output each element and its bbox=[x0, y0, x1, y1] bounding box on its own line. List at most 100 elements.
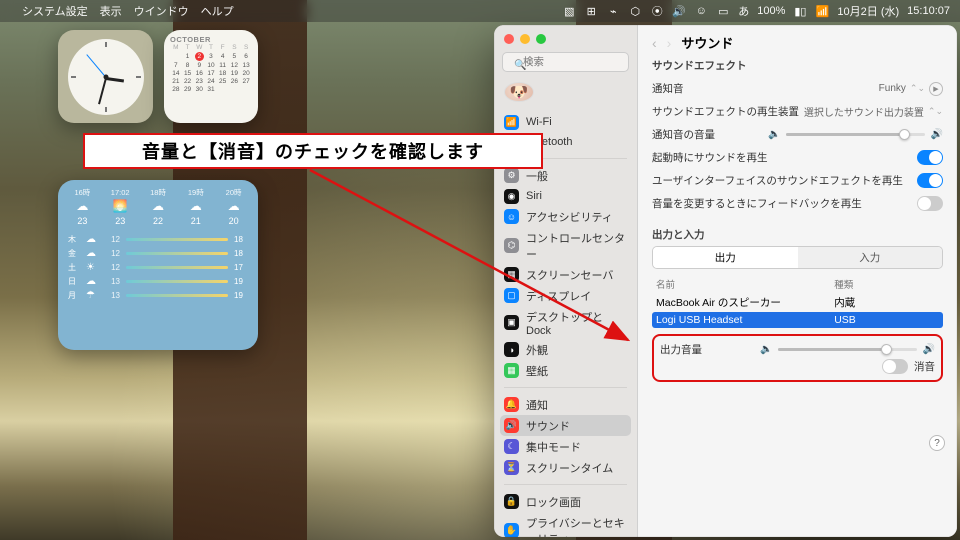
page-title: サウンド bbox=[681, 33, 733, 52]
menubar-time[interactable]: 15:10:07 bbox=[907, 5, 950, 17]
sidebar-item[interactable]: ◑外観 bbox=[494, 339, 637, 360]
status-icon[interactable]: ☺ bbox=[694, 5, 708, 17]
sidebar-label: 通知 bbox=[526, 397, 548, 413]
calendar-widget[interactable]: OCTOBER MTWTFSS1234567891011121314151617… bbox=[164, 30, 258, 123]
sidebar-item[interactable]: ☺アクセシビリティ bbox=[494, 206, 637, 227]
weather-widget[interactable]: 16時☁︎2317:02🌅2318時☁︎2219時☁︎2120時☁︎20 木☁︎… bbox=[58, 180, 258, 350]
sidebar-label: コントロールセンター bbox=[526, 230, 627, 262]
status-icon[interactable]: ⬡ bbox=[628, 5, 642, 18]
clock-widget[interactable] bbox=[58, 30, 153, 123]
nav-forward[interactable]: › bbox=[667, 35, 672, 51]
zoom-button[interactable] bbox=[536, 34, 546, 44]
sidebar-label: スクリーンタイム bbox=[526, 460, 613, 476]
minimize-button[interactable] bbox=[520, 34, 530, 44]
seg-output[interactable]: 出力 bbox=[653, 247, 798, 268]
sidebar-icon: ☺ bbox=[504, 209, 519, 224]
sidebar-icon: ▣ bbox=[504, 315, 519, 330]
sidebar-label: Wi-Fi bbox=[526, 116, 552, 128]
calendar-grid: MTWTFSS123456789101112131415161718192021… bbox=[170, 44, 252, 93]
toggle-switch[interactable] bbox=[917, 150, 943, 165]
clock-face bbox=[68, 39, 144, 115]
device-row[interactable]: MacBook Air のスピーカー内蔵 bbox=[652, 293, 943, 312]
mute-label: 消音 bbox=[914, 359, 935, 374]
wifi-icon[interactable]: 📶 bbox=[815, 5, 829, 18]
device-row[interactable]: Logi USB HeadsetUSB bbox=[652, 312, 943, 328]
sidebar-item[interactable]: ⏳スクリーンタイム bbox=[494, 457, 637, 478]
sidebar-label: 集中モード bbox=[526, 439, 581, 455]
status-icon[interactable]: ⦿ bbox=[650, 3, 664, 19]
alert-volume-slider[interactable] bbox=[786, 133, 924, 136]
io-segmented[interactable]: 出力 入力 bbox=[652, 246, 943, 269]
output-volume-slider[interactable] bbox=[778, 348, 916, 351]
volume-icon[interactable]: 🔊 bbox=[672, 5, 686, 18]
sidebar-label: Siri bbox=[526, 190, 542, 202]
weather-day-row: 金☁︎1218 bbox=[68, 248, 248, 259]
sidebar-icon: ☾ bbox=[504, 439, 519, 454]
menu-view[interactable]: 表示 bbox=[100, 3, 122, 19]
seg-input[interactable]: 入力 bbox=[798, 247, 943, 268]
toggle-switch[interactable] bbox=[917, 173, 943, 188]
weather-day-row: 土☀︎1217 bbox=[68, 262, 248, 273]
sidebar-icon: 🔔 bbox=[504, 397, 519, 412]
sidebar-icon: 📶 bbox=[504, 115, 519, 130]
menu-help[interactable]: ヘルプ bbox=[201, 3, 234, 19]
status-icon[interactable]: ▧ bbox=[562, 5, 576, 18]
sidebar-item[interactable]: ☾ 集中モード bbox=[494, 436, 637, 457]
menubar: システム設定 表示 ウインドウ ヘルプ ▧ ⊞ ⌁ ⬡ ⦿ 🔊 ☺ ▭ あ 10… bbox=[0, 0, 960, 22]
output-volume-label: 出力音量 bbox=[660, 342, 702, 357]
weather-hour: 20時☁︎20 bbox=[219, 188, 248, 228]
sidebar-icon: ✋ bbox=[504, 523, 519, 537]
sidebar-label: プライバシーとセキュリティ bbox=[526, 515, 627, 538]
settings-sidebar: 🔍 🐶 📶Wi-Fi🅱Bluetooth⚙一般◉Siri☺アクセシビリティ⌬コン… bbox=[494, 25, 638, 537]
speaker-low-icon: 🔈 bbox=[768, 129, 780, 140]
speaker-high-icon: 🔊 bbox=[923, 344, 935, 355]
toggle-switch[interactable] bbox=[917, 196, 943, 211]
account-avatar[interactable]: 🐶 bbox=[504, 82, 534, 102]
annotation-callout: 音量と【消音】のチェックを確認します bbox=[83, 133, 543, 169]
sidebar-item[interactable]: ▦スクリーンセーバ bbox=[494, 264, 637, 285]
alert-sound-value[interactable]: Funky⌃⌄ ▶ bbox=[879, 82, 943, 96]
status-icon[interactable]: ⌁ bbox=[606, 5, 620, 18]
sidebar-icon: ▦ bbox=[504, 363, 519, 378]
settings-main: ‹ › サウンド サウンドエフェクト 通知音 Funky⌃⌄ ▶ サウンドエフェ… bbox=[638, 25, 957, 537]
sidebar-label: 壁紙 bbox=[526, 363, 548, 379]
battery-pct[interactable]: 100% bbox=[757, 5, 785, 17]
app-name[interactable]: システム設定 bbox=[22, 3, 88, 19]
weather-day-row: 月☂︎1319 bbox=[68, 290, 248, 301]
toggle-label: ユーザインターフェイスのサウンドエフェクトを再生 bbox=[652, 173, 903, 188]
weather-hour: 18時☁︎22 bbox=[144, 188, 173, 228]
sidebar-item[interactable]: 🔔 通知 bbox=[494, 394, 637, 415]
help-button[interactable]: ? bbox=[929, 435, 945, 451]
input-lang[interactable]: あ bbox=[738, 3, 749, 19]
sidebar-label: スクリーンセーバ bbox=[526, 267, 613, 283]
play-icon[interactable]: ▶ bbox=[929, 82, 943, 96]
sidebar-item[interactable]: ▦ 壁紙 bbox=[494, 360, 637, 381]
sidebar-item[interactable]: ◉Siri bbox=[494, 186, 637, 206]
mute-toggle[interactable] bbox=[882, 359, 908, 374]
section-sound-effects: サウンドエフェクト bbox=[652, 58, 943, 73]
sidebar-item[interactable]: ✋ プライバシーとセキュリティ bbox=[494, 512, 637, 537]
menu-window[interactable]: ウインドウ bbox=[134, 3, 189, 19]
sidebar-item[interactable]: 📶 Wi-Fi bbox=[494, 112, 637, 132]
sidebar-icon: ⚙ bbox=[504, 168, 519, 183]
sidebar-label: 一般 bbox=[526, 168, 548, 184]
nav-back[interactable]: ‹ bbox=[652, 35, 657, 51]
status-icon[interactable]: ⊞ bbox=[584, 5, 598, 18]
sidebar-item[interactable]: 🔒ロック画面 bbox=[494, 491, 637, 512]
desktop: システム設定 表示 ウインドウ ヘルプ ▧ ⊞ ⌁ ⬡ ⦿ 🔊 ☺ ▭ あ 10… bbox=[0, 0, 960, 540]
close-button[interactable] bbox=[504, 34, 514, 44]
sidebar-icon: ⌬ bbox=[504, 238, 519, 253]
weather-hour: 17:02🌅23 bbox=[106, 188, 135, 228]
sidebar-item[interactable]: 🔊サウンド bbox=[500, 415, 631, 436]
alert-sound-label: 通知音 bbox=[652, 81, 684, 96]
sidebar-label: ロック画面 bbox=[526, 494, 581, 510]
menubar-date[interactable]: 10月2日 (水) bbox=[837, 3, 899, 19]
status-icon[interactable]: ▭ bbox=[716, 5, 730, 18]
alert-volume-label: 通知音の音量 bbox=[652, 127, 715, 142]
play-device-value[interactable]: 選択したサウンド出力装置⌃⌄ bbox=[804, 104, 943, 119]
sidebar-item[interactable]: ⌬ コントロールセンター bbox=[494, 227, 637, 264]
sidebar-item[interactable]: ▢ディスプレイ bbox=[494, 285, 637, 306]
sidebar-item[interactable]: ▣デスクトップとDock bbox=[494, 306, 637, 339]
weather-day-row: 木☁︎1218 bbox=[68, 234, 248, 245]
battery-icon: ▮▯ bbox=[793, 5, 807, 18]
